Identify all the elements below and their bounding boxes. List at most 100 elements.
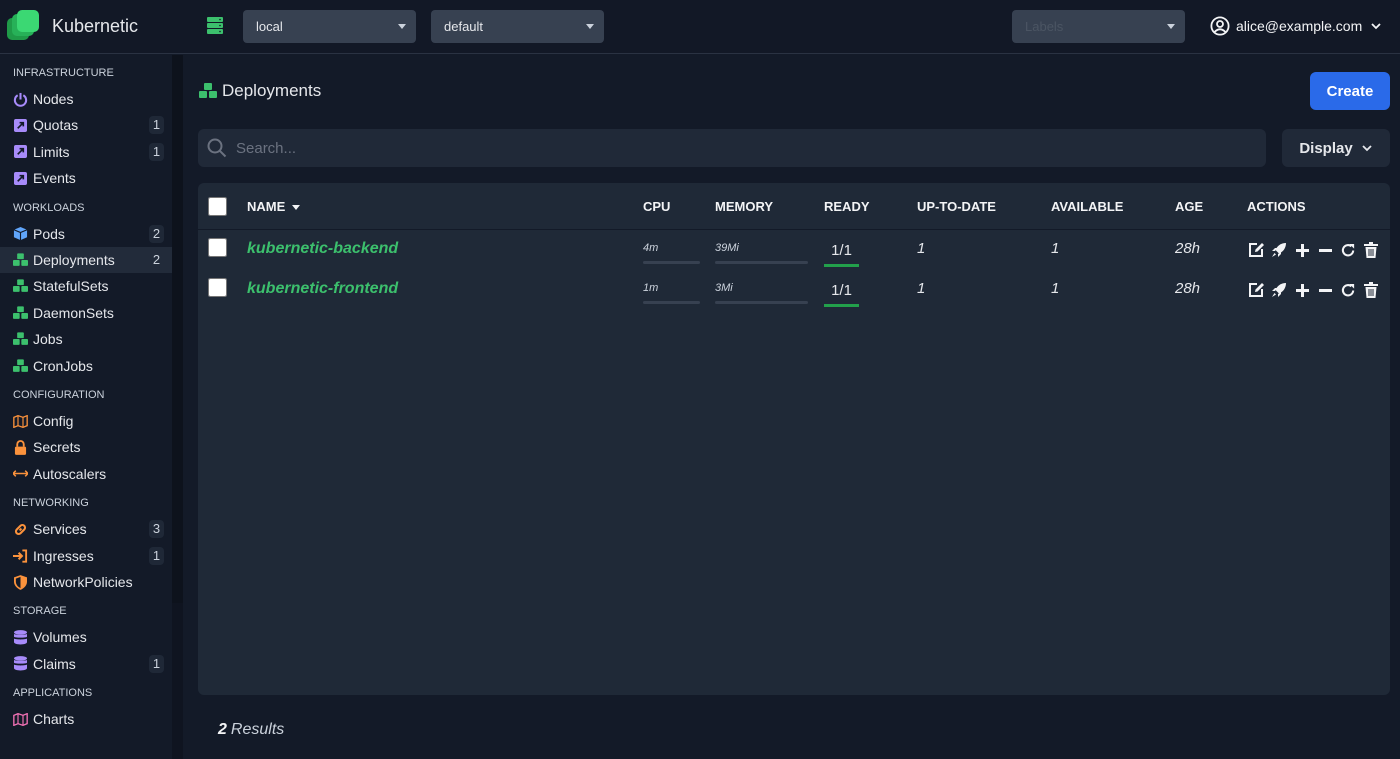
up-to-date-value: 1 — [917, 240, 926, 257]
sidebar-item-label: Services — [33, 521, 87, 538]
cpu-value: 1m — [643, 282, 659, 294]
namespace-select[interactable]: default — [431, 10, 604, 43]
sidebar: INFRASTRUCTURE Nodes Quotas 1 Limits 1 Events W… — [0, 55, 172, 759]
create-button[interactable]: Create — [1310, 72, 1390, 110]
trash-icon[interactable] — [1362, 241, 1380, 259]
count-badge: 1 — [149, 142, 164, 161]
map-icon — [13, 414, 28, 429]
memory-value: 3Mi — [715, 282, 733, 294]
redo-icon[interactable] — [1339, 281, 1357, 299]
rocket-icon[interactable] — [1270, 281, 1288, 299]
arrows-horizontal-icon — [13, 466, 28, 481]
sidebar-item-nodes[interactable]: Nodes — [0, 86, 172, 112]
sidebar-scrollbar-thumb[interactable] — [172, 55, 183, 603]
kubernetic-logo-icon — [7, 10, 39, 40]
sidebar-item-limits[interactable]: Limits 1 — [0, 139, 172, 165]
sidebar-item-quotas[interactable]: Quotas 1 — [0, 112, 172, 138]
edit-icon[interactable] — [1247, 241, 1265, 259]
search-bar — [198, 129, 1266, 167]
labels-select[interactable]: Labels — [1012, 10, 1185, 43]
cubes-icon — [13, 253, 28, 268]
minus-icon[interactable] — [1316, 281, 1334, 299]
minus-icon[interactable] — [1316, 241, 1334, 259]
sidebar-section-title: INFRASTRUCTURE — [13, 67, 114, 79]
sidebar-item-services[interactable]: Services 3 — [0, 516, 172, 542]
row-checkbox[interactable] — [208, 278, 227, 297]
sidebar-item-autoscalers[interactable]: Autoscalers — [0, 461, 172, 487]
count-badge: 2 — [149, 224, 164, 243]
cpu-usage-bar — [643, 261, 700, 264]
deployment-name-link[interactable]: kubernetic-frontend — [247, 280, 398, 298]
link-icon — [13, 522, 28, 537]
memory-usage-bar — [715, 301, 808, 304]
chevron-down-icon — [1371, 23, 1381, 30]
sidebar-item-label: DaemonSets — [33, 304, 114, 321]
cluster-select[interactable]: local — [243, 10, 416, 43]
table-row: kubernetic-frontend 1m 3Mi 1/1 1 1 28h — [198, 270, 1390, 310]
sidebar-item-pods[interactable]: Pods 2 — [0, 221, 172, 247]
sidebar-item-label: Jobs — [33, 331, 63, 348]
sidebar-item-networkpolicies[interactable]: NetworkPolicies — [0, 569, 172, 595]
results-number: 2 — [218, 721, 227, 738]
select-all-checkbox[interactable] — [208, 197, 227, 216]
sidebar-item-config[interactable]: Config — [0, 408, 172, 434]
cpu-usage-bar — [643, 301, 700, 304]
column-header-ready: READY — [824, 199, 870, 214]
rocket-icon[interactable] — [1270, 241, 1288, 259]
sidebar-item-ingresses[interactable]: Ingresses 1 — [0, 543, 172, 569]
search-icon — [207, 138, 227, 158]
server-icon[interactable] — [207, 17, 223, 34]
trash-icon[interactable] — [1362, 281, 1380, 299]
external-link-square-icon — [13, 118, 28, 133]
sidebar-item-events[interactable]: Events — [0, 165, 172, 191]
sidebar-item-jobs[interactable]: Jobs — [0, 326, 172, 352]
edit-icon[interactable] — [1247, 281, 1265, 299]
plus-icon[interactable] — [1293, 281, 1311, 299]
sidebar-item-daemonsets[interactable]: DaemonSets — [0, 300, 172, 326]
sidebar-section-title: NETWORKING — [13, 497, 89, 510]
sidebar-section-title: APPLICATIONS — [13, 687, 93, 700]
external-link-square-icon — [13, 144, 28, 159]
sidebar-item-statefulsets[interactable]: StatefulSets — [0, 273, 172, 299]
memory-usage-bar — [715, 261, 808, 264]
deployment-name-link[interactable]: kubernetic-backend — [247, 240, 398, 258]
plus-icon[interactable] — [1293, 241, 1311, 259]
display-button[interactable]: Display — [1282, 129, 1390, 167]
sidebar-section-title: STORAGE — [13, 605, 67, 618]
column-header-name[interactable]: NAME — [247, 199, 300, 214]
redo-icon[interactable] — [1339, 241, 1357, 259]
count-badge: 3 — [149, 520, 164, 539]
caret-down-icon — [1167, 24, 1175, 29]
sidebar-item-volumes[interactable]: Volumes — [0, 624, 172, 650]
column-header-actions: ACTIONS — [1247, 199, 1306, 214]
shield-icon — [13, 574, 28, 590]
sidebar-item-label: CronJobs — [33, 357, 93, 374]
memory-value: 39Mi — [715, 242, 739, 254]
sidebar-item-deployments[interactable]: Deployments 2 — [0, 247, 172, 273]
database-icon — [13, 656, 28, 671]
sidebar-item-label: Quotas — [33, 117, 79, 134]
sidebar-item-charts[interactable]: Charts — [0, 706, 172, 732]
namespace-select-value: default — [444, 19, 484, 34]
database-icon — [13, 629, 28, 645]
table-row: kubernetic-backend 4m 39Mi 1/1 1 1 28h — [198, 230, 1390, 270]
up-to-date-value: 1 — [917, 280, 926, 297]
ready-bar-fill — [824, 264, 859, 267]
table-header: NAME CPU MEMORY READY UP-TO-DATE AVAILAB… — [198, 183, 1390, 230]
row-actions — [1247, 241, 1380, 259]
map-icon — [13, 712, 28, 727]
sidebar-item-cronjobs[interactable]: CronJobs — [0, 353, 172, 379]
count-badge: 1 — [149, 546, 164, 565]
available-value: 1 — [1051, 280, 1060, 297]
user-menu[interactable]: alice@example.com — [1210, 16, 1382, 36]
ready-value: 1/1 — [831, 242, 852, 259]
sidebar-item-claims[interactable]: Claims 1 — [0, 651, 172, 677]
sidebar-item-label: Secrets — [33, 439, 81, 456]
search-input[interactable] — [236, 129, 1256, 167]
row-actions — [1247, 281, 1380, 299]
caret-down-icon — [586, 24, 594, 29]
row-checkbox[interactable] — [208, 238, 227, 257]
sidebar-item-secrets[interactable]: Secrets — [0, 434, 172, 460]
cubes-icon — [13, 332, 28, 347]
user-email: alice@example.com — [1236, 18, 1363, 34]
